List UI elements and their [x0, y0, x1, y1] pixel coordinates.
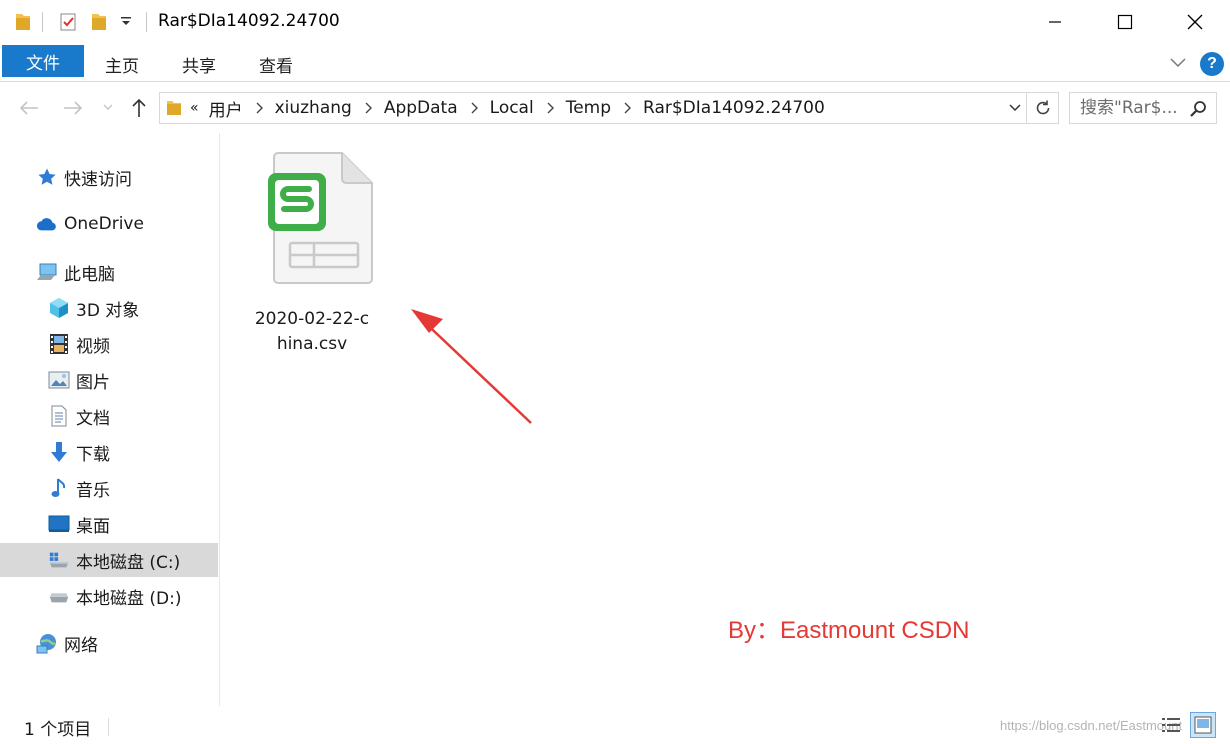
music-icon — [48, 477, 70, 499]
folder-icon — [14, 12, 32, 36]
ribbon-tabs: 文件 主页 共享 查看 ? — [0, 44, 1230, 82]
help-icon[interactable]: ? — [1200, 52, 1224, 76]
large-icons-view-button[interactable] — [1190, 712, 1216, 738]
cube-icon — [48, 297, 70, 319]
address-folder-icon — [166, 99, 182, 121]
breadcrumb-temp[interactable]: Temp — [566, 98, 611, 118]
search-box[interactable] — [1069, 92, 1217, 124]
maximize-button[interactable] — [1090, 0, 1160, 44]
sidebar-item-3d-objects[interactable]: 3D 对象 — [48, 291, 218, 325]
file-list-area[interactable]: 2020-02-22-china.csv By：Eastmount CSDN — [220, 133, 1230, 706]
document-icon — [48, 405, 70, 427]
sidebar-item-local-disk-d[interactable]: 本地磁盘 (D:) — [48, 579, 218, 613]
close-button[interactable] — [1160, 0, 1230, 44]
file-item[interactable]: 2020-02-22-china.csv — [250, 151, 374, 354]
sidebar-item-local-disk-c[interactable]: 本地磁盘 (C:) — [0, 543, 218, 577]
chevron-right-icon[interactable] — [364, 102, 372, 114]
recent-locations-chevron-icon[interactable] — [102, 101, 114, 117]
spreadsheet-icon — [268, 151, 374, 289]
address-bar[interactable]: « 用户 xiuzhang AppData Local Temp Rar$DIa… — [159, 92, 1027, 124]
navigation-bar: « 用户 xiuzhang AppData Local Temp Rar$DIa… — [0, 83, 1230, 133]
item-count: 1 个项目 — [24, 720, 92, 740]
details-view-button[interactable] — [1158, 712, 1184, 738]
film-icon — [48, 333, 70, 355]
drive-c-icon — [48, 549, 70, 571]
sidebar-item-videos[interactable]: 视频 — [48, 327, 218, 361]
sidebar-item-onedrive[interactable]: OneDrive — [36, 207, 218, 241]
computer-icon — [36, 261, 58, 283]
tab-home[interactable]: 主页 — [105, 52, 139, 77]
picture-icon — [48, 369, 70, 391]
tab-share[interactable]: 共享 — [182, 52, 216, 77]
site-watermark: https://blog.csdn.net/Eastmount — [1000, 718, 1183, 733]
drive-d-icon — [48, 585, 70, 607]
desktop-icon — [48, 513, 70, 535]
author-annotation: By：Eastmount CSDN — [728, 617, 970, 644]
sidebar-item-quick-access[interactable]: 快速访问 — [36, 160, 218, 194]
status-separator — [108, 718, 109, 736]
breadcrumb-appdata[interactable]: AppData — [384, 98, 458, 118]
network-icon — [36, 632, 58, 654]
back-arrow-icon[interactable] — [18, 97, 40, 123]
customize-toolbar-chevron-icon[interactable] — [120, 16, 132, 32]
sidebar-item-this-pc[interactable]: 此电脑 — [36, 255, 218, 289]
title-bar: Rar$DIa14092.24700 — [0, 0, 1230, 44]
sidebar-item-network[interactable]: 网络 — [36, 626, 218, 660]
star-icon — [36, 166, 58, 188]
sidebar-item-desktop[interactable]: 桌面 — [48, 507, 218, 541]
file-name: 2020-02-22-china.csv — [254, 309, 370, 354]
breadcrumb: « 用户 xiuzhang AppData Local Temp Rar$DIa… — [190, 93, 825, 123]
minimize-button[interactable] — [1020, 0, 1090, 44]
sidebar-item-downloads[interactable]: 下载 — [48, 435, 218, 469]
sidebar-item-music[interactable]: 音乐 — [48, 471, 218, 505]
search-input[interactable] — [1070, 93, 1188, 123]
breadcrumb-xiuzhang[interactable]: xiuzhang — [275, 98, 352, 118]
breadcrumb-users[interactable]: 用户 — [209, 96, 243, 121]
chevron-right-icon[interactable] — [623, 102, 632, 114]
tab-view[interactable]: 查看 — [259, 52, 293, 77]
chevron-down-icon — [1008, 104, 1021, 112]
properties-icon[interactable] — [58, 12, 78, 36]
expand-ribbon-chevron-icon[interactable] — [1168, 52, 1188, 76]
chevron-right-icon[interactable] — [255, 102, 263, 114]
cloud-icon — [36, 213, 58, 235]
breadcrumb-current-folder[interactable]: Rar$DIa14092.24700 — [643, 98, 825, 118]
chevron-right-icon[interactable] — [546, 102, 554, 114]
details-view-icon — [1162, 718, 1180, 732]
refresh-button[interactable] — [1027, 92, 1059, 124]
forward-arrow-icon[interactable] — [62, 97, 84, 123]
navigation-pane: 快速访问 OneDrive 此电脑 3D 对象 视频 图片 文档 下载 音乐 桌… — [0, 140, 218, 706]
breadcrumb-overflow[interactable]: « — [190, 100, 199, 116]
quick-access-separator — [42, 12, 43, 32]
sidebar-item-documents[interactable]: 文档 — [48, 399, 218, 433]
chevron-right-icon[interactable] — [470, 102, 478, 114]
large-icons-view-icon — [1194, 716, 1212, 734]
refresh-icon — [1036, 100, 1049, 115]
new-folder-icon[interactable] — [90, 12, 108, 36]
sidebar-item-pictures[interactable]: 图片 — [48, 363, 218, 397]
title-separator — [146, 12, 147, 32]
up-arrow-icon[interactable] — [128, 97, 150, 123]
address-history-button[interactable] — [1003, 92, 1027, 124]
search-icon[interactable] — [1188, 99, 1208, 123]
download-icon — [48, 441, 70, 463]
breadcrumb-local[interactable]: Local — [490, 98, 534, 118]
window-title: Rar$DIa14092.24700 — [158, 11, 340, 31]
tab-file[interactable]: 文件 — [2, 45, 84, 77]
status-bar: 1 个项目 https://blog.csdn.net/Eastmount — [0, 706, 1230, 744]
